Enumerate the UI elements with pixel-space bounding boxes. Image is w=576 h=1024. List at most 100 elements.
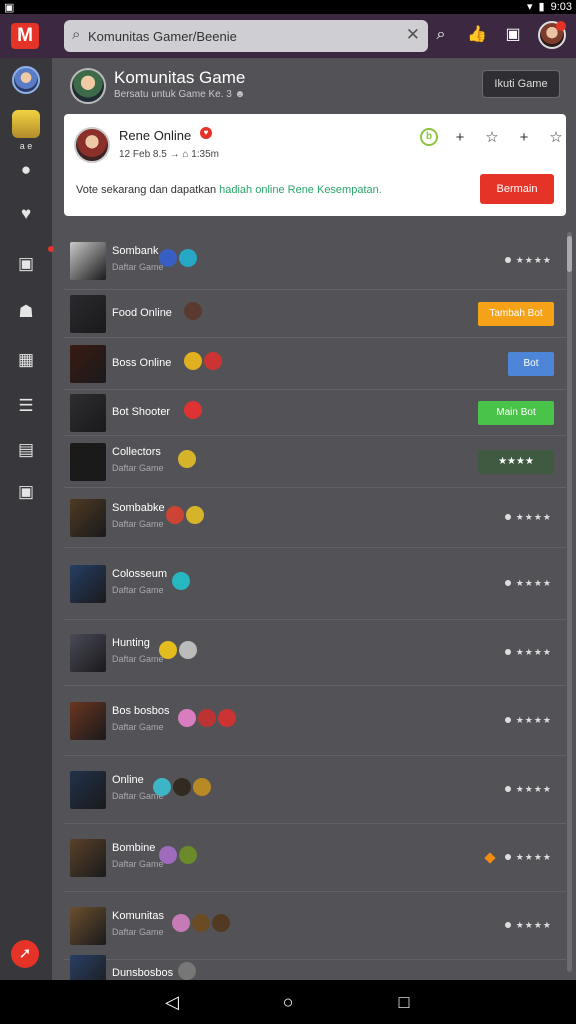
top-bar: M ⌕ ✕ ⌕ 👍 ▣ bbox=[0, 14, 576, 58]
home-icon[interactable]: ○ bbox=[276, 990, 300, 1014]
list-icon[interactable]: ☰ bbox=[12, 392, 40, 420]
app-logo[interactable]: M bbox=[11, 23, 39, 49]
rail-action-button[interactable]: ➚ bbox=[11, 940, 39, 968]
game-thumbnail[interactable] bbox=[70, 565, 106, 603]
rating: ★★★★ bbox=[504, 784, 552, 795]
row-action-button[interactable]: Bot bbox=[508, 352, 554, 376]
box-icon[interactable]: ▣ bbox=[12, 478, 40, 506]
follow-button[interactable]: Ikuti Game bbox=[482, 70, 560, 98]
game-thumbnail[interactable] bbox=[70, 499, 106, 537]
game-badge-icon bbox=[184, 302, 203, 320]
game-badge-icon bbox=[159, 249, 178, 267]
rail-avatar[interactable] bbox=[12, 66, 40, 94]
list-item[interactable]: Bos bosbos Daftar Game ★★★★ bbox=[64, 686, 566, 756]
heart-icon[interactable]: ♥ bbox=[12, 200, 40, 228]
game-thumbnail[interactable] bbox=[70, 443, 106, 481]
left-sidebar: a e ● ♥ ▣ ☗ ▦ ☰ ▤ ▣ ➚ bbox=[0, 58, 52, 980]
rating-stars: ★★★★ bbox=[515, 647, 552, 657]
list-item[interactable]: Food Online Tambah Bot bbox=[64, 290, 566, 338]
game-thumbnail[interactable] bbox=[70, 242, 106, 280]
list-item[interactable]: Boss Online Bot bbox=[64, 338, 566, 390]
scrollbar[interactable] bbox=[567, 232, 572, 972]
game-subtitle: Daftar Game bbox=[112, 585, 164, 595]
page-title: Komunitas Game bbox=[114, 68, 246, 87]
game-thumbnail[interactable] bbox=[70, 295, 106, 333]
list-item[interactable]: Bot Shooter Main Bot bbox=[64, 390, 566, 436]
list-item[interactable]: Collectors Daftar Game ★★★★ bbox=[64, 436, 566, 488]
add-icon[interactable]: + bbox=[450, 129, 470, 146]
game-name: Collectors bbox=[112, 446, 161, 458]
game-thumbnail[interactable] bbox=[70, 907, 106, 945]
search-input[interactable] bbox=[88, 26, 388, 46]
game-badge-icon bbox=[184, 401, 203, 419]
featured-name: Rene Online bbox=[119, 128, 192, 143]
featured-avatar[interactable] bbox=[74, 127, 110, 163]
game-badge-icon bbox=[179, 641, 198, 659]
game-badge-icon bbox=[198, 709, 216, 727]
badge-icon[interactable]: b bbox=[420, 128, 438, 146]
game-thumbnail[interactable] bbox=[70, 771, 106, 809]
list-item[interactable]: Online Daftar Game ★★★★ bbox=[64, 756, 566, 824]
game-subtitle: Daftar Game bbox=[112, 463, 164, 473]
search-icon[interactable]: ⌕ bbox=[430, 24, 452, 46]
recent-apps-icon[interactable]: □ bbox=[392, 990, 416, 1014]
list-item[interactable]: Sombank Daftar Game ★★★★ bbox=[64, 232, 566, 290]
list-item[interactable]: Sombabke Daftar Game ★★★★ bbox=[64, 488, 566, 548]
game-thumbnail[interactable] bbox=[70, 702, 106, 740]
group-avatar[interactable] bbox=[70, 68, 106, 104]
list-item[interactable]: Hunting Daftar Game ★★★★ bbox=[64, 620, 566, 686]
game-badge-icon bbox=[178, 709, 196, 727]
chat-icon[interactable]: ▣ bbox=[502, 24, 524, 46]
game-subtitle: Daftar Game bbox=[112, 722, 164, 732]
list-item[interactable]: Bombine Daftar Game ★★★★ bbox=[64, 824, 566, 892]
scrollbar-thumb[interactable] bbox=[567, 236, 572, 272]
game-name: Colosseum bbox=[112, 568, 168, 580]
gift-icon[interactable]: ▤ bbox=[12, 436, 40, 464]
game-badge-icon bbox=[218, 709, 236, 727]
row-action-button[interactable]: Main Bot bbox=[478, 401, 554, 425]
star-icon[interactable]: ☆ bbox=[546, 128, 566, 146]
thumbs-up-icon[interactable]: 👍 bbox=[466, 24, 488, 46]
rating-stars: ★★★★ bbox=[515, 715, 552, 725]
status-bar: ▣ ▾ ▮ 9:03 bbox=[0, 0, 576, 14]
add-icon[interactable]: + bbox=[514, 129, 534, 146]
user-icon[interactable]: ☗ bbox=[12, 298, 40, 326]
row-action-button[interactable]: Tambah Bot bbox=[478, 302, 554, 326]
game-thumbnail[interactable] bbox=[70, 634, 106, 672]
game-thumbnail[interactable] bbox=[70, 345, 106, 383]
alert-icon[interactable]: ● bbox=[12, 156, 40, 184]
game-badge-icon bbox=[184, 352, 203, 370]
profile-avatar[interactable] bbox=[538, 21, 566, 49]
rating-stars: ★★★★ bbox=[515, 784, 552, 794]
game-badge-icon bbox=[171, 914, 190, 932]
rating-stars: ★★★★ bbox=[515, 578, 552, 588]
clock: 9:03 bbox=[550, 0, 572, 13]
rating-dot-icon bbox=[504, 580, 511, 586]
game-subtitle: Daftar Game bbox=[112, 927, 164, 937]
game-badge-icon bbox=[193, 778, 212, 796]
star-icon[interactable]: ☆ bbox=[482, 128, 502, 146]
grid-icon[interactable]: ▦ bbox=[12, 346, 40, 374]
rating-dot-icon bbox=[504, 257, 511, 263]
game-badge-icon bbox=[159, 846, 178, 864]
clear-icon[interactable]: ✕ bbox=[406, 25, 420, 45]
back-icon[interactable]: ◁ bbox=[160, 990, 184, 1014]
game-name: Hunting bbox=[112, 637, 150, 649]
search-bar[interactable]: ⌕ ✕ bbox=[64, 20, 428, 52]
game-thumbnail[interactable] bbox=[70, 839, 106, 877]
list-item[interactable]: Colosseum Daftar Game ★★★★ bbox=[64, 548, 566, 620]
list-item[interactable]: Komunitas Daftar Game ★★★★ bbox=[64, 892, 566, 960]
rating: ★★★★ bbox=[504, 647, 552, 658]
game-badge-icon bbox=[153, 778, 172, 796]
row-action-button[interactable]: ★★★★ bbox=[478, 450, 554, 474]
rating-stars: ★★★★ bbox=[515, 852, 552, 862]
rating: ★★★★ bbox=[504, 852, 552, 863]
game-thumbnail[interactable] bbox=[70, 394, 106, 432]
game-name: Komunitas bbox=[112, 910, 164, 922]
play-button[interactable]: Bermain bbox=[480, 174, 554, 204]
controller-icon[interactable]: ▣ bbox=[12, 250, 40, 278]
wifi-icon: ▾ bbox=[526, 1, 533, 13]
game-subtitle: Daftar Game bbox=[112, 519, 164, 529]
rating: ★★★★ bbox=[504, 512, 552, 523]
rail-character[interactable] bbox=[12, 110, 40, 138]
